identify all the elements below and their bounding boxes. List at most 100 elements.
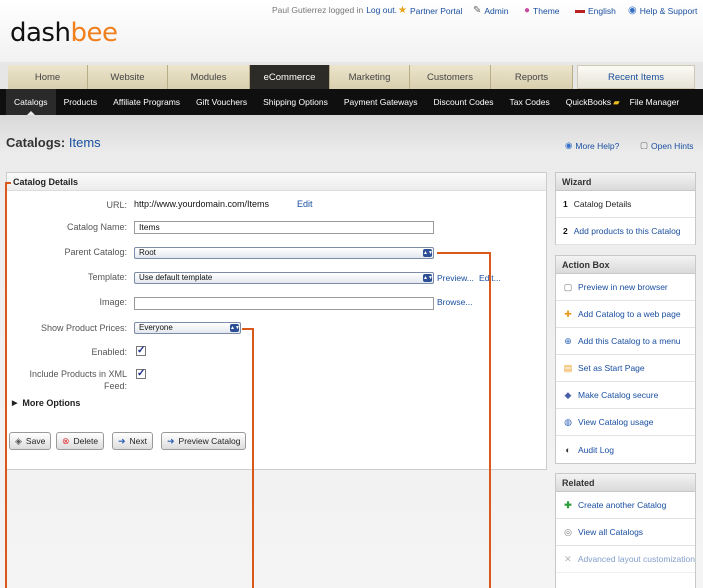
url-label: URL: (106, 200, 127, 210)
expand-triangle-icon: ▶ (12, 400, 18, 407)
tab-website[interactable]: Website (88, 65, 168, 89)
image-browse-link[interactable]: Browse... (437, 297, 472, 307)
callout-line-section-tick (5, 182, 11, 184)
related-label: Create another Catalog (578, 500, 667, 510)
language-link[interactable]: ▬ English (575, 5, 616, 16)
show-prices-value: Everyone (139, 323, 173, 332)
image-input[interactable] (134, 297, 434, 310)
panel-header (7, 173, 546, 191)
admin-label: Admin (484, 5, 509, 16)
action-add-to-web-page[interactable]: ✚ Add Catalog to a web page (556, 301, 695, 328)
catalog-name-input[interactable]: Items (134, 221, 434, 234)
action-label: Preview in new browser (578, 282, 668, 292)
star-icon: ★ (398, 5, 407, 16)
action-view-usage[interactable]: ◍ View Catalog usage (556, 409, 695, 436)
help-bubble-icon: ◉ (628, 5, 637, 16)
action-make-secure[interactable]: ◆ Make Catalog secure (556, 382, 695, 409)
tab-reports[interactable]: Reports (491, 65, 573, 89)
subnav-shipping-options[interactable]: Shipping Options (255, 89, 336, 115)
browser-window-icon: ▢ (563, 281, 573, 292)
more-help-link[interactable]: ◉ More Help? (565, 140, 619, 151)
action-box-title: Action Box (555, 255, 696, 274)
action-set-start-page[interactable]: ▤ Set as Start Page (556, 355, 695, 382)
xml-feed-checkbox[interactable]: ✓ (136, 369, 146, 379)
more-options-label: More Options (22, 398, 81, 408)
related-create-catalog[interactable]: ✚ Create another Catalog (556, 492, 695, 519)
logged-in-text: Paul Gutierrez logged in (272, 5, 364, 15)
admin-link[interactable]: ✎ Admin (473, 5, 508, 16)
more-options-toggle[interactable]: ▶ More Options (12, 398, 80, 408)
subnav-quickbooks[interactable]: QuickBooks ▰ (558, 89, 628, 115)
subnav-payment-gateways[interactable]: Payment Gateways (336, 89, 426, 115)
next-button[interactable]: ➜ Next (112, 432, 154, 450)
theme-label: Theme (533, 5, 560, 16)
enabled-checkbox[interactable]: ✓ (136, 346, 146, 356)
show-prices-select[interactable]: Everyone ▲▼ (134, 322, 241, 334)
folder-icon: ▰ (613, 96, 620, 107)
related-view-all-catalogs[interactable]: ◎ View all Catalogs (556, 519, 695, 546)
parent-catalog-value: Root (139, 248, 156, 257)
user-status: Paul Gutierrez logged in Log out. (272, 5, 397, 15)
dashbee-logo[interactable]: dashbee (10, 18, 118, 48)
subnav-affiliate-programs[interactable]: Affiliate Programs (105, 89, 188, 115)
theme-link[interactable]: ● Theme (524, 5, 560, 16)
select-arrows-icon: ▲▼ (230, 324, 240, 332)
select-arrows-icon: ▲▼ (423, 249, 433, 257)
save-button[interactable]: ◈ Save (9, 432, 52, 450)
subnav-file-manager[interactable]: File Manager (628, 89, 688, 115)
template-select[interactable]: Use default template ▲▼ (134, 272, 434, 284)
action-preview-browser[interactable]: ▢ Preview in new browser (556, 274, 695, 301)
subnav-tax-codes[interactable]: Tax Codes (502, 89, 558, 115)
action-add-to-menu[interactable]: ⊕ Add this Catalog to a menu (556, 328, 695, 355)
action-label: Set as Start Page (578, 363, 645, 373)
help-support-label: Help & Support (639, 5, 698, 16)
tab-ecommerce[interactable]: eCommerce (250, 65, 330, 89)
tab-customers[interactable]: Customers (410, 65, 491, 89)
recent-items-tab[interactable]: Recent Items (577, 65, 695, 89)
action-label: Add Catalog to a web page (578, 309, 681, 319)
next-arrow-icon: ➜ (118, 435, 126, 446)
save-tag-icon: ◈ (15, 435, 22, 446)
select-arrows-icon: ▲▼ (423, 274, 433, 282)
catalog-name-label: Catalog Name: (66, 222, 127, 232)
wizard-step-catalog-details[interactable]: 1 Catalog Details (556, 191, 695, 218)
enabled-label: Enabled: (91, 347, 127, 357)
tab-home[interactable]: Home (8, 65, 88, 89)
help-support-link[interactable]: ◉ Help & Support (628, 5, 697, 16)
open-hints-label: Open Hints (651, 140, 694, 151)
action-audit-log[interactable]: ◐ Audit Log (556, 436, 695, 463)
quickbooks-label: QuickBooks (565, 97, 612, 107)
preview-catalog-button[interactable]: ➜ Preview Catalog (161, 432, 247, 450)
plus-icon: ✚ (564, 499, 572, 510)
color-wheel-icon: ● (524, 5, 531, 16)
subnav-discount-codes[interactable]: Discount Codes (426, 89, 502, 115)
parent-catalog-select[interactable]: Root ▲▼ (134, 247, 434, 259)
start-page-icon: ▤ (563, 362, 573, 373)
url-edit-link[interactable]: Edit (297, 199, 313, 209)
action-label: Audit Log (578, 444, 614, 455)
delete-icon: ⊗ (62, 435, 70, 446)
save-button-label: Save (25, 436, 46, 446)
partner-portal-link[interactable]: ★ Partner Portal (398, 5, 462, 16)
template-preview-link[interactable]: Preview... (437, 273, 474, 283)
logo-text-dash: dash (10, 18, 71, 48)
delete-button[interactable]: ⊗ Delete (56, 432, 105, 450)
us-flag-icon: ▬ (575, 5, 585, 16)
catalog-details-panel (6, 172, 547, 470)
tab-marketing[interactable]: Marketing (330, 65, 410, 89)
subnav-gift-vouchers[interactable]: Gift Vouchers (188, 89, 255, 115)
subnav-products[interactable]: Products (56, 89, 106, 115)
callout-line-parent-catalog (437, 252, 490, 254)
page-title-prefix: Catalogs: (6, 135, 66, 150)
step-number: 2 (563, 226, 568, 236)
open-hints-link[interactable]: ▢ Open Hints (640, 140, 694, 151)
url-value: http://www.yourdomain.com/Items (134, 199, 270, 209)
subnav-catalogs[interactable]: Catalogs (6, 89, 56, 115)
logout-link[interactable]: Log out. (366, 5, 397, 15)
wizard-step-add-products[interactable]: 2 Add products to this Catalog (556, 218, 695, 245)
related-advanced-layout[interactable]: ✕ Advanced layout customization (556, 546, 695, 573)
tab-modules[interactable]: Modules (168, 65, 250, 89)
template-value: Use default template (139, 273, 213, 282)
callout-line-show-prices-drop (252, 328, 254, 588)
parent-catalog-label: Parent Catalog: (64, 247, 127, 257)
